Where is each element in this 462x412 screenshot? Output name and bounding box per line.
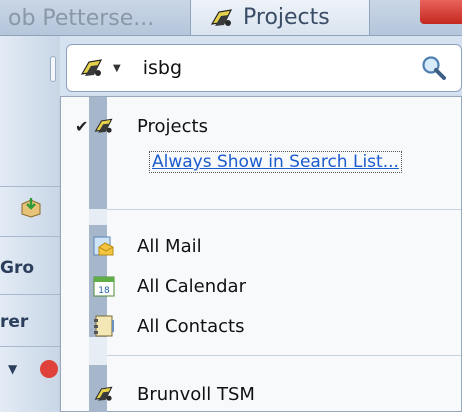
menu-item-all-contacts[interactable]: All Contacts xyxy=(61,311,461,341)
menu-item-all-calendar-label: All Calendar xyxy=(137,275,246,297)
menu-item-all-mail-label: All Mail xyxy=(137,235,202,257)
menu-item-all-contacts-label: All Contacts xyxy=(137,315,245,337)
project-folder-icon xyxy=(94,386,113,401)
project-folder-icon xyxy=(94,118,113,133)
menu-item-all-mail[interactable]: All Mail xyxy=(61,231,461,261)
project-folder-icon xyxy=(80,59,103,76)
delete-icon[interactable] xyxy=(40,360,58,378)
chevron-down-icon[interactable]: ▼ xyxy=(8,362,17,376)
always-show-link[interactable]: Always Show in Search List... xyxy=(149,151,402,173)
left-panel-divider xyxy=(0,236,60,237)
calendar-icon: 18 xyxy=(93,276,115,297)
search-scope-selector[interactable]: ▼ xyxy=(79,56,121,80)
left-panel-label-filter[interactable]: rer xyxy=(0,312,28,332)
calendar-day-text: 18 xyxy=(98,286,110,296)
menu-separator xyxy=(107,209,461,210)
contacts-icon xyxy=(94,315,114,337)
left-panel-label-group[interactable]: Gro xyxy=(0,258,34,278)
search-input[interactable]: isbg xyxy=(143,57,182,79)
left-panel-divider xyxy=(0,346,60,347)
mail-icon xyxy=(93,236,114,256)
menu-item-brunvoll[interactable]: Brunvoll TSM xyxy=(61,379,461,409)
package-icon[interactable] xyxy=(20,196,42,218)
tab-previous-label: ob Pettersе... xyxy=(8,5,155,31)
menu-item-brunvoll-label: Brunvoll TSM xyxy=(137,383,255,405)
left-panel-divider xyxy=(0,294,60,295)
left-panel xyxy=(0,36,60,412)
tab-strip: ob Pettersе... Projects xyxy=(0,0,462,36)
left-panel-divider xyxy=(0,186,60,187)
checkmark-icon: ✔ xyxy=(75,116,89,136)
menu-item-projects[interactable]: ✔ Projects xyxy=(61,111,461,141)
search-scope-menu: ✔ Projects Always Show in Search List...… xyxy=(60,96,462,412)
menu-separator xyxy=(107,355,461,356)
magnifier-icon[interactable] xyxy=(421,55,447,81)
menu-item-all-calendar[interactable]: 18 All Calendar xyxy=(61,271,461,301)
chevron-down-icon: ▼ xyxy=(113,62,121,74)
tab-previous[interactable]: ob Pettersе... xyxy=(0,0,178,36)
close-window-button[interactable] xyxy=(420,0,462,24)
search-box[interactable]: ▼ isbg xyxy=(66,44,462,92)
project-folder-icon xyxy=(210,8,233,26)
tab-projects[interactable]: Projects xyxy=(190,0,370,36)
splitter-grip[interactable] xyxy=(50,56,56,82)
menu-item-projects-label: Projects xyxy=(137,115,208,137)
tab-projects-label: Projects xyxy=(243,5,330,30)
